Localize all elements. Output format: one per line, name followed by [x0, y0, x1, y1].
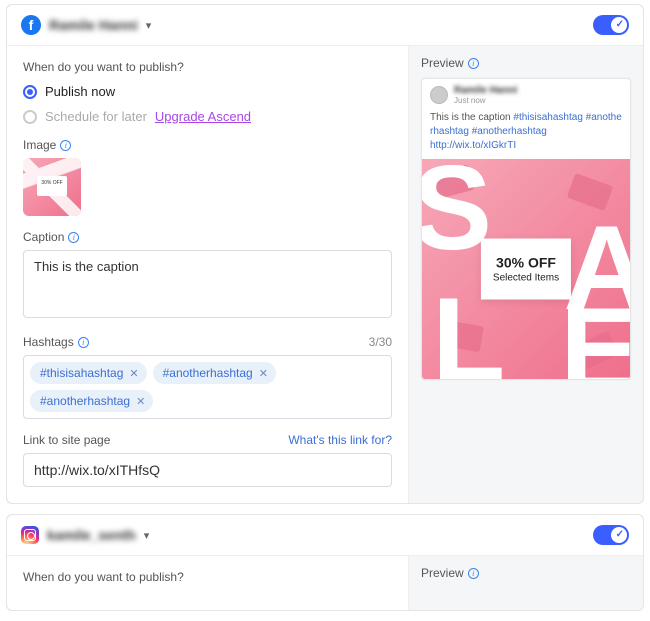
- chevron-down-icon: ▾: [146, 19, 152, 32]
- remove-chip-icon[interactable]: ✕: [259, 367, 268, 380]
- hashtag-chip: #thisisahashtag✕: [30, 362, 147, 384]
- link-input[interactable]: [23, 453, 392, 487]
- caption-section-label: Caption i: [23, 230, 392, 244]
- instagram-panel-header: kamile_senth ▾ ✓: [7, 515, 643, 556]
- facebook-panel-body: When do you want to publish? Publish now…: [7, 46, 643, 503]
- preview-card: Ramile Hanni Just now This is the captio…: [421, 78, 631, 380]
- instagram-preview: Preview i: [408, 556, 643, 610]
- facebook-form: When do you want to publish? Publish now…: [7, 46, 408, 503]
- instagram-icon: [21, 526, 39, 544]
- preview-section-label: Preview i: [421, 56, 631, 70]
- facebook-icon: f: [21, 15, 41, 35]
- hashtags-counter: 3/30: [369, 335, 392, 349]
- info-icon[interactable]: i: [468, 568, 479, 579]
- image-section-label: Image i: [23, 138, 392, 152]
- instagram-account-selector[interactable]: kamile_senth ▾: [21, 526, 149, 544]
- chevron-down-icon: ▾: [144, 529, 150, 542]
- instagram-panel: kamile_senth ▾ ✓ When do you want to pub…: [6, 514, 644, 611]
- info-icon[interactable]: i: [78, 337, 89, 348]
- preview-caption: This is the caption #thisisahashtag #ano…: [422, 109, 630, 159]
- facebook-enable-toggle[interactable]: ✓: [593, 15, 629, 35]
- avatar: [430, 86, 448, 104]
- preview-card-header: Ramile Hanni Just now: [422, 79, 630, 109]
- link-header: Link to site page What's this link for?: [23, 433, 392, 447]
- preview-timestamp: Just now: [454, 96, 517, 105]
- facebook-panel-header: f Ramile Hanni ▾ ✓: [7, 5, 643, 46]
- facebook-account-name: Ramile Hanni: [49, 17, 138, 33]
- info-icon[interactable]: i: [60, 140, 71, 151]
- hashtag-chip: #anotherhashtag✕: [153, 362, 276, 384]
- remove-chip-icon[interactable]: ✕: [129, 367, 138, 380]
- preview-account-name: Ramile Hanni: [454, 85, 517, 96]
- info-icon[interactable]: i: [68, 232, 79, 243]
- remove-chip-icon[interactable]: ✕: [136, 395, 145, 408]
- info-icon[interactable]: i: [468, 58, 479, 69]
- hashtags-section-label: Hashtags i: [23, 335, 89, 349]
- offer-sub: Selected Items: [493, 273, 559, 284]
- instagram-enable-toggle[interactable]: ✓: [593, 525, 629, 545]
- hashtag-chip: #anotherhashtag✕: [30, 390, 153, 412]
- instagram-panel-body: When do you want to publish? Preview i: [7, 556, 643, 610]
- preview-section-label: Preview i: [421, 566, 631, 580]
- link-help-link[interactable]: What's this link for?: [288, 433, 392, 447]
- facebook-panel: f Ramile Hanni ▾ ✓ When do you want to p…: [6, 4, 644, 504]
- radio-icon: [23, 85, 37, 99]
- schedule-later-label: Schedule for later: [45, 109, 147, 124]
- instagram-form: When do you want to publish?: [7, 556, 408, 610]
- link-section-label: Link to site page: [23, 433, 110, 447]
- publish-question: When do you want to publish?: [23, 60, 392, 74]
- radio-icon: [23, 110, 37, 124]
- preview-image: S A L E 30% OFF Selected Items: [422, 159, 630, 379]
- facebook-preview: Preview i Ramile Hanni Just now This is …: [408, 46, 643, 503]
- publish-now-label: Publish now: [45, 84, 115, 99]
- caption-input[interactable]: [23, 250, 392, 318]
- schedule-later-option: Schedule for later Upgrade Ascend: [23, 109, 392, 124]
- thumb-offer-label: 30% OFF: [37, 176, 67, 196]
- offer-headline: 30% OFF: [493, 255, 559, 271]
- instagram-account-name: kamile_senth: [47, 527, 136, 543]
- facebook-account-selector[interactable]: f Ramile Hanni ▾: [21, 15, 151, 35]
- publish-now-option[interactable]: Publish now: [23, 84, 392, 99]
- upgrade-link[interactable]: Upgrade Ascend: [155, 109, 251, 124]
- publish-question: When do you want to publish?: [23, 570, 392, 584]
- hashtags-header: Hashtags i 3/30: [23, 335, 392, 349]
- preview-offer-box: 30% OFF Selected Items: [481, 239, 571, 300]
- image-thumbnail[interactable]: 30% OFF: [23, 158, 81, 216]
- hashtags-input[interactable]: #thisisahashtag✕ #anotherhashtag✕ #anoth…: [23, 355, 392, 419]
